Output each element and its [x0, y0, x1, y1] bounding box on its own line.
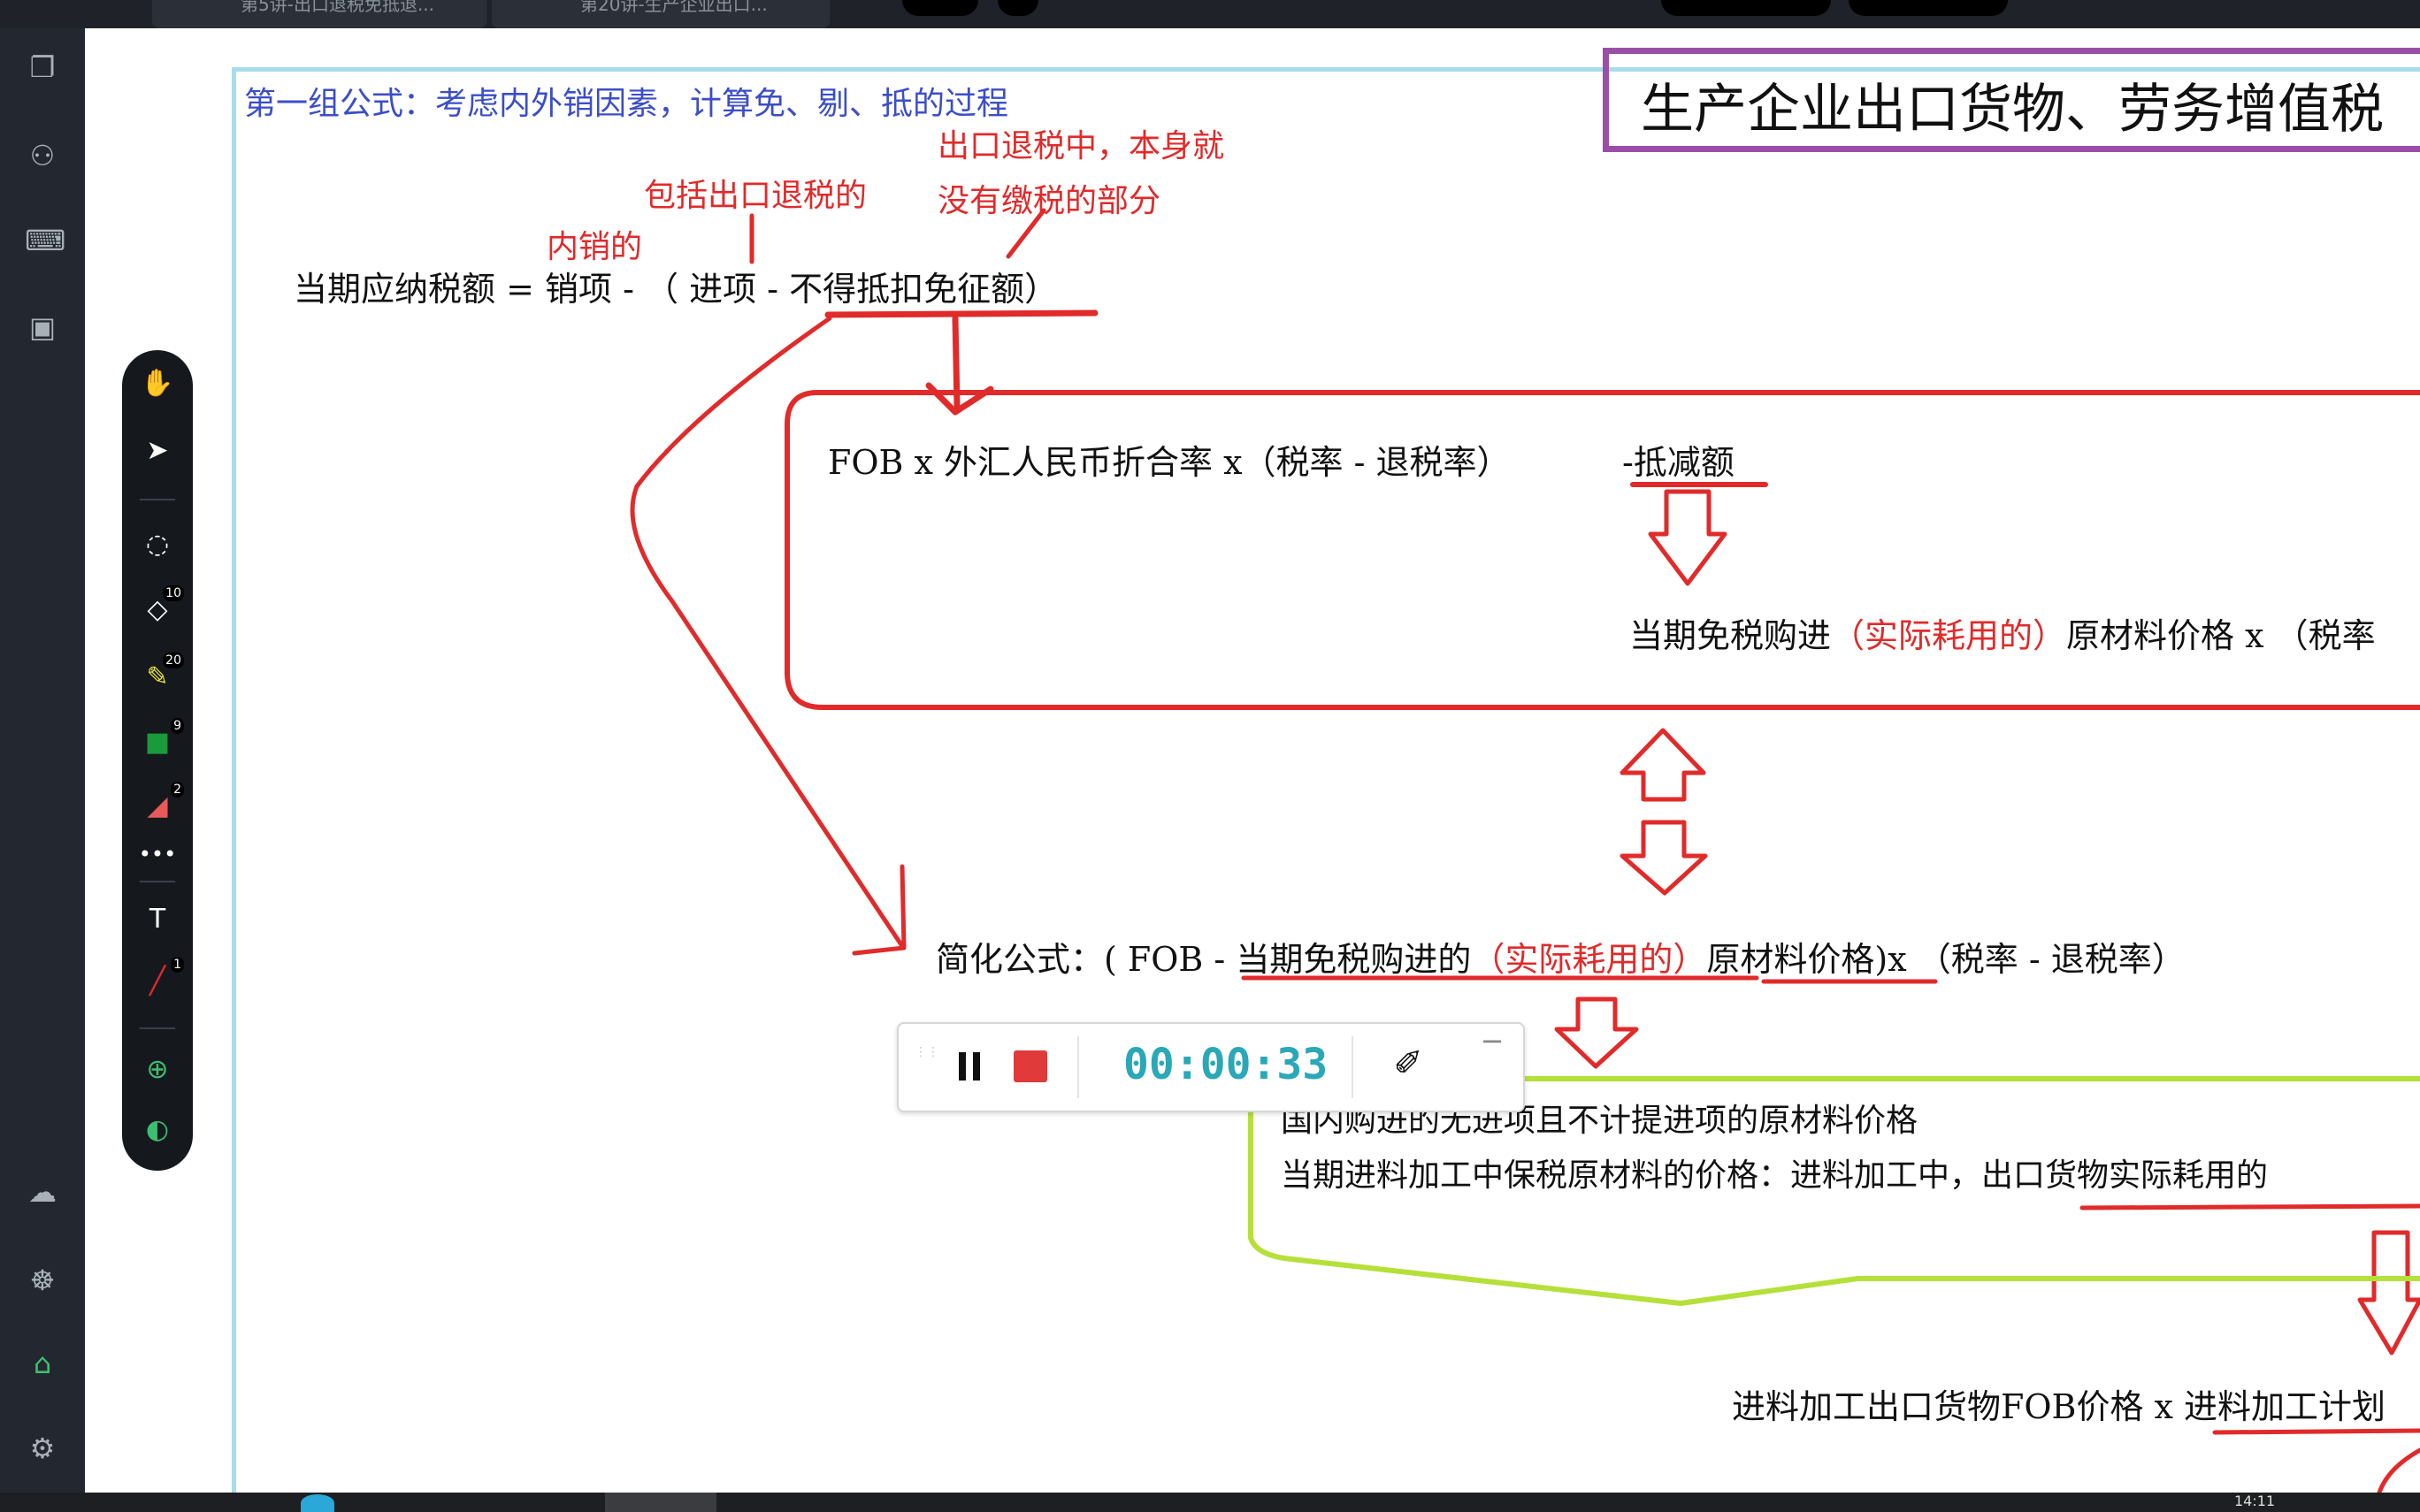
underline: [824, 309, 1099, 318]
down-block-arrow: [2357, 1230, 2420, 1355]
present-icon[interactable]: ◐: [122, 1109, 193, 1151]
recording-timer: 00:00:33: [1123, 1040, 1329, 1089]
down-block-arrow: [1648, 489, 1727, 586]
hand-icon[interactable]: ✋: [122, 363, 193, 405]
drag-handle[interactable]: ⋮⋮: [915, 1046, 939, 1084]
eraser-icon[interactable]: ◇ 10: [122, 585, 193, 631]
more-icon[interactable]: •••: [122, 833, 193, 875]
pause-icon: [959, 1052, 966, 1081]
up-block-arrow: [1620, 728, 1706, 802]
minimize-icon[interactable]: −: [1479, 1024, 1505, 1058]
pointer-icon[interactable]: ➤: [122, 430, 193, 472]
active-app-icon[interactable]: [605, 1493, 716, 1512]
pen-badge: 1: [171, 957, 184, 973]
pause-button[interactable]: [955, 1049, 984, 1084]
recording-bar: ⋮⋮ 00:00:33 ✐ −: [897, 1022, 1525, 1112]
pause-icon: [973, 1052, 980, 1081]
stop-button[interactable]: [1014, 1050, 1047, 1082]
drawing-toolbar: ✋ ➤ ◌ ◇ 10 ✎ 20 ■ 9 ◢ 2 ••• T ╱ 1 ⊕ ◐: [122, 350, 193, 1171]
highlighter-icon[interactable]: ✎ 20: [122, 653, 193, 699]
eraser-badge: 10: [163, 585, 184, 601]
browser-icon[interactable]: [301, 1494, 334, 1512]
separator: [1077, 1036, 1079, 1098]
red-bracket-box: [785, 390, 2420, 710]
taskbar: 14:11: [0, 1493, 2420, 1512]
shape-icon[interactable]: ◢ 2: [122, 782, 193, 828]
annotation-layer: [630, 208, 2420, 1493]
pointer-stroke: [1006, 208, 1046, 259]
down-block-arrow: [1554, 997, 1639, 1069]
underline: [2079, 1203, 2420, 1210]
lasso-icon[interactable]: ◌: [122, 523, 193, 566]
underline: [2212, 1428, 2420, 1435]
pen-annotate-icon[interactable]: ✐: [1387, 1043, 1429, 1086]
curved-arrow: [630, 316, 905, 949]
text-tool-icon[interactable]: T: [122, 898, 193, 941]
separator: [1352, 1036, 1353, 1098]
clock: 14:11: [2234, 1493, 2276, 1509]
shape-badge: 2: [171, 782, 184, 798]
green-bracket: [1248, 1076, 2420, 1306]
separator: [140, 499, 175, 500]
pen-icon[interactable]: ╱ 1: [122, 957, 193, 1003]
sticky-note-badge: 9: [171, 718, 184, 734]
highlighter-badge: 20: [163, 653, 184, 668]
down-block-arrow: [1620, 820, 1708, 896]
separator: [140, 1027, 175, 1029]
corner-stroke: [2377, 1447, 2420, 1493]
add-icon[interactable]: ⊕: [122, 1049, 193, 1091]
down-arrow: [925, 315, 994, 416]
sticky-note-icon[interactable]: ■ 9: [122, 718, 193, 764]
separator: [140, 881, 175, 882]
